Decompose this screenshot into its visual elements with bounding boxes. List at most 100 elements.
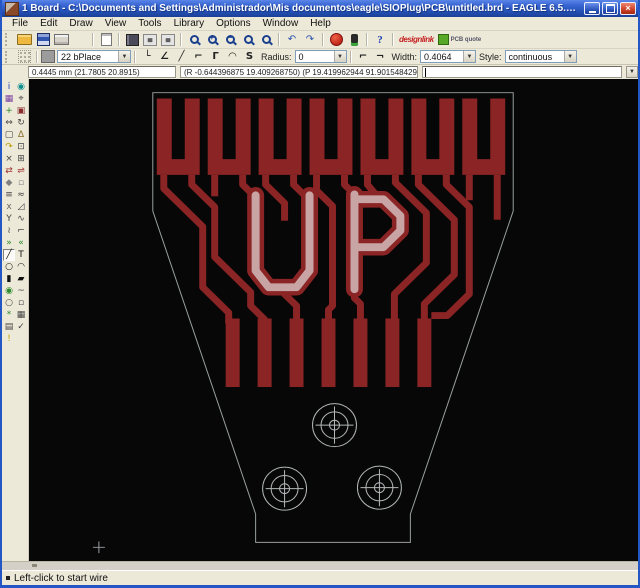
tool-warn[interactable]: ! [3, 333, 15, 345]
print-button[interactable] [52, 32, 71, 47]
tool-wire[interactable]: ╱ [3, 249, 15, 261]
board-text-up[interactable] [256, 194, 401, 289]
cam-processor-button[interactable] [71, 32, 89, 47]
radius-select[interactable]: 0 ▼ [295, 50, 347, 63]
tool-lock[interactable]: ◆ [3, 177, 15, 189]
menu-library[interactable]: Library [168, 18, 211, 29]
tool-pad[interactable]: ▫ [15, 297, 27, 309]
command-input[interactable] [422, 66, 622, 78]
redo-button[interactable]: ↷ [301, 32, 319, 47]
copper-traces[interactable] [164, 175, 497, 324]
layer-select[interactable]: 22 bPlace ▼ [57, 50, 131, 63]
tool-polygon[interactable]: ▰ [15, 273, 27, 285]
chevron-down-icon[interactable]: ▼ [118, 51, 130, 62]
menu-view[interactable]: View [99, 18, 133, 29]
tool-group[interactable]: ▢ [3, 129, 15, 141]
title-bar[interactable]: 1 Board - C:\Documents and Settings\Admi… [2, 0, 638, 17]
tool-change[interactable]: ∆ [15, 129, 27, 141]
stop-button[interactable] [327, 32, 345, 47]
width-select[interactable]: 0.4064 ▼ [420, 50, 476, 63]
menu-tools[interactable]: Tools [132, 18, 167, 29]
menu-file[interactable]: File [6, 18, 34, 29]
undo-button[interactable]: ↶ [283, 32, 301, 47]
library-button[interactable] [123, 32, 141, 47]
tool-copy[interactable]: ▣ [15, 105, 27, 117]
tool-mirror[interactable]: ⇔ [3, 117, 15, 129]
tool-meander[interactable]: ≀ [3, 225, 15, 237]
wire-bend-2-button[interactable]: ∠ [156, 49, 173, 65]
tool-auto[interactable]: ▦ [15, 309, 27, 321]
tool-info[interactable]: i [3, 81, 15, 93]
tool-junction[interactable]: ▫ [15, 177, 27, 189]
tool-value[interactable]: ≈ [15, 189, 27, 201]
menu-options[interactable]: Options [210, 18, 256, 29]
chevron-down-icon[interactable]: ▼ [334, 51, 346, 62]
zoom-redraw-button[interactable] [239, 32, 257, 47]
style-select[interactable]: continuous ▼ [505, 50, 577, 63]
tool-errors[interactable]: ✓ [15, 321, 27, 333]
chevron-down-icon[interactable]: ▼ [463, 51, 475, 62]
go-button[interactable] [345, 32, 363, 47]
miter-style-2-button[interactable]: ¬ [372, 49, 389, 65]
tool-circle[interactable]: ○ [3, 261, 15, 273]
script-button[interactable]: ≣ [141, 32, 159, 47]
save-button[interactable] [34, 32, 52, 47]
tool-drc[interactable]: ▤ [3, 321, 15, 333]
tool-ratsnest[interactable]: * [3, 309, 15, 321]
command-history-dropdown[interactable]: ▼ [626, 66, 638, 78]
close-button[interactable]: × [620, 2, 636, 15]
tool-move[interactable]: + [3, 105, 15, 117]
tool-optimize[interactable]: ∿ [15, 213, 27, 225]
tool-split[interactable]: Y [3, 213, 15, 225]
tool-smash[interactable]: x [3, 201, 15, 213]
menu-edit[interactable]: Edit [34, 18, 63, 29]
menu-help[interactable]: Help [304, 18, 337, 29]
tool-paste[interactable]: ⊡ [15, 141, 27, 153]
zoom-out-button[interactable]: − [221, 32, 239, 47]
tool-hole[interactable]: ○ [3, 297, 15, 309]
tool-ripup[interactable]: « [15, 237, 27, 249]
toolbar-grip[interactable] [5, 33, 12, 47]
pcb-drawing[interactable]: UP [29, 79, 638, 561]
menu-window[interactable]: Window [257, 18, 305, 29]
menu-draw[interactable]: Draw [63, 18, 98, 29]
tool-arc[interactable]: ◠ [15, 261, 27, 273]
tool-dimension[interactable]: ⌐ [15, 225, 27, 237]
wire-bend-1-button[interactable]: └ [139, 49, 156, 65]
maximize-button[interactable] [602, 2, 618, 15]
tool-add[interactable]: ⊞ [15, 153, 27, 165]
designlink-button[interactable]: designlink [397, 32, 436, 47]
ulp-button[interactable]: ≣ [159, 32, 177, 47]
help-button[interactable]: ? [371, 32, 389, 47]
minimize-button[interactable] [584, 2, 600, 15]
chevron-down-icon[interactable]: ▼ [564, 51, 576, 62]
tool-display[interactable]: ▦ [3, 93, 15, 105]
switch-board-button[interactable] [97, 32, 115, 47]
wire-bend-7-button[interactable]: S [241, 49, 258, 65]
tool-delete[interactable]: × [3, 153, 15, 165]
board-canvas[interactable]: UP [29, 79, 638, 561]
tool-rect[interactable]: ▮ [3, 273, 15, 285]
wire-bend-4-button[interactable]: ⌐ [190, 49, 207, 65]
tool-pinswap[interactable]: ⇄ [3, 165, 15, 177]
pcbquote-button[interactable]: PCB quote [436, 32, 484, 47]
tool-text[interactable]: T [15, 249, 27, 261]
zoom-select-button[interactable] [257, 32, 275, 47]
zoom-in-button[interactable]: + [203, 32, 221, 47]
wire-bend-3-button[interactable]: ╱ [173, 49, 190, 65]
wire-bend-6-button[interactable]: ◠ [224, 49, 241, 65]
toolbar-grip-2[interactable] [5, 51, 12, 63]
tool-replace[interactable]: ⇌ [15, 165, 27, 177]
tool-miter[interactable]: ◿ [15, 201, 27, 213]
drill-targets[interactable] [263, 404, 402, 511]
copper-fingers[interactable] [157, 99, 505, 175]
tool-cut[interactable]: ↷ [3, 141, 15, 153]
tool-route[interactable]: » [3, 237, 15, 249]
copper-pads[interactable] [226, 319, 432, 387]
grid-button[interactable] [15, 49, 33, 64]
tool-mark[interactable]: ⌖ [15, 93, 27, 105]
tool-name[interactable]: ≡ [3, 189, 15, 201]
tool-show[interactable]: ◉ [15, 81, 27, 93]
tool-rotate[interactable]: ↻ [15, 117, 27, 129]
tool-signal[interactable]: ~ [15, 285, 27, 297]
